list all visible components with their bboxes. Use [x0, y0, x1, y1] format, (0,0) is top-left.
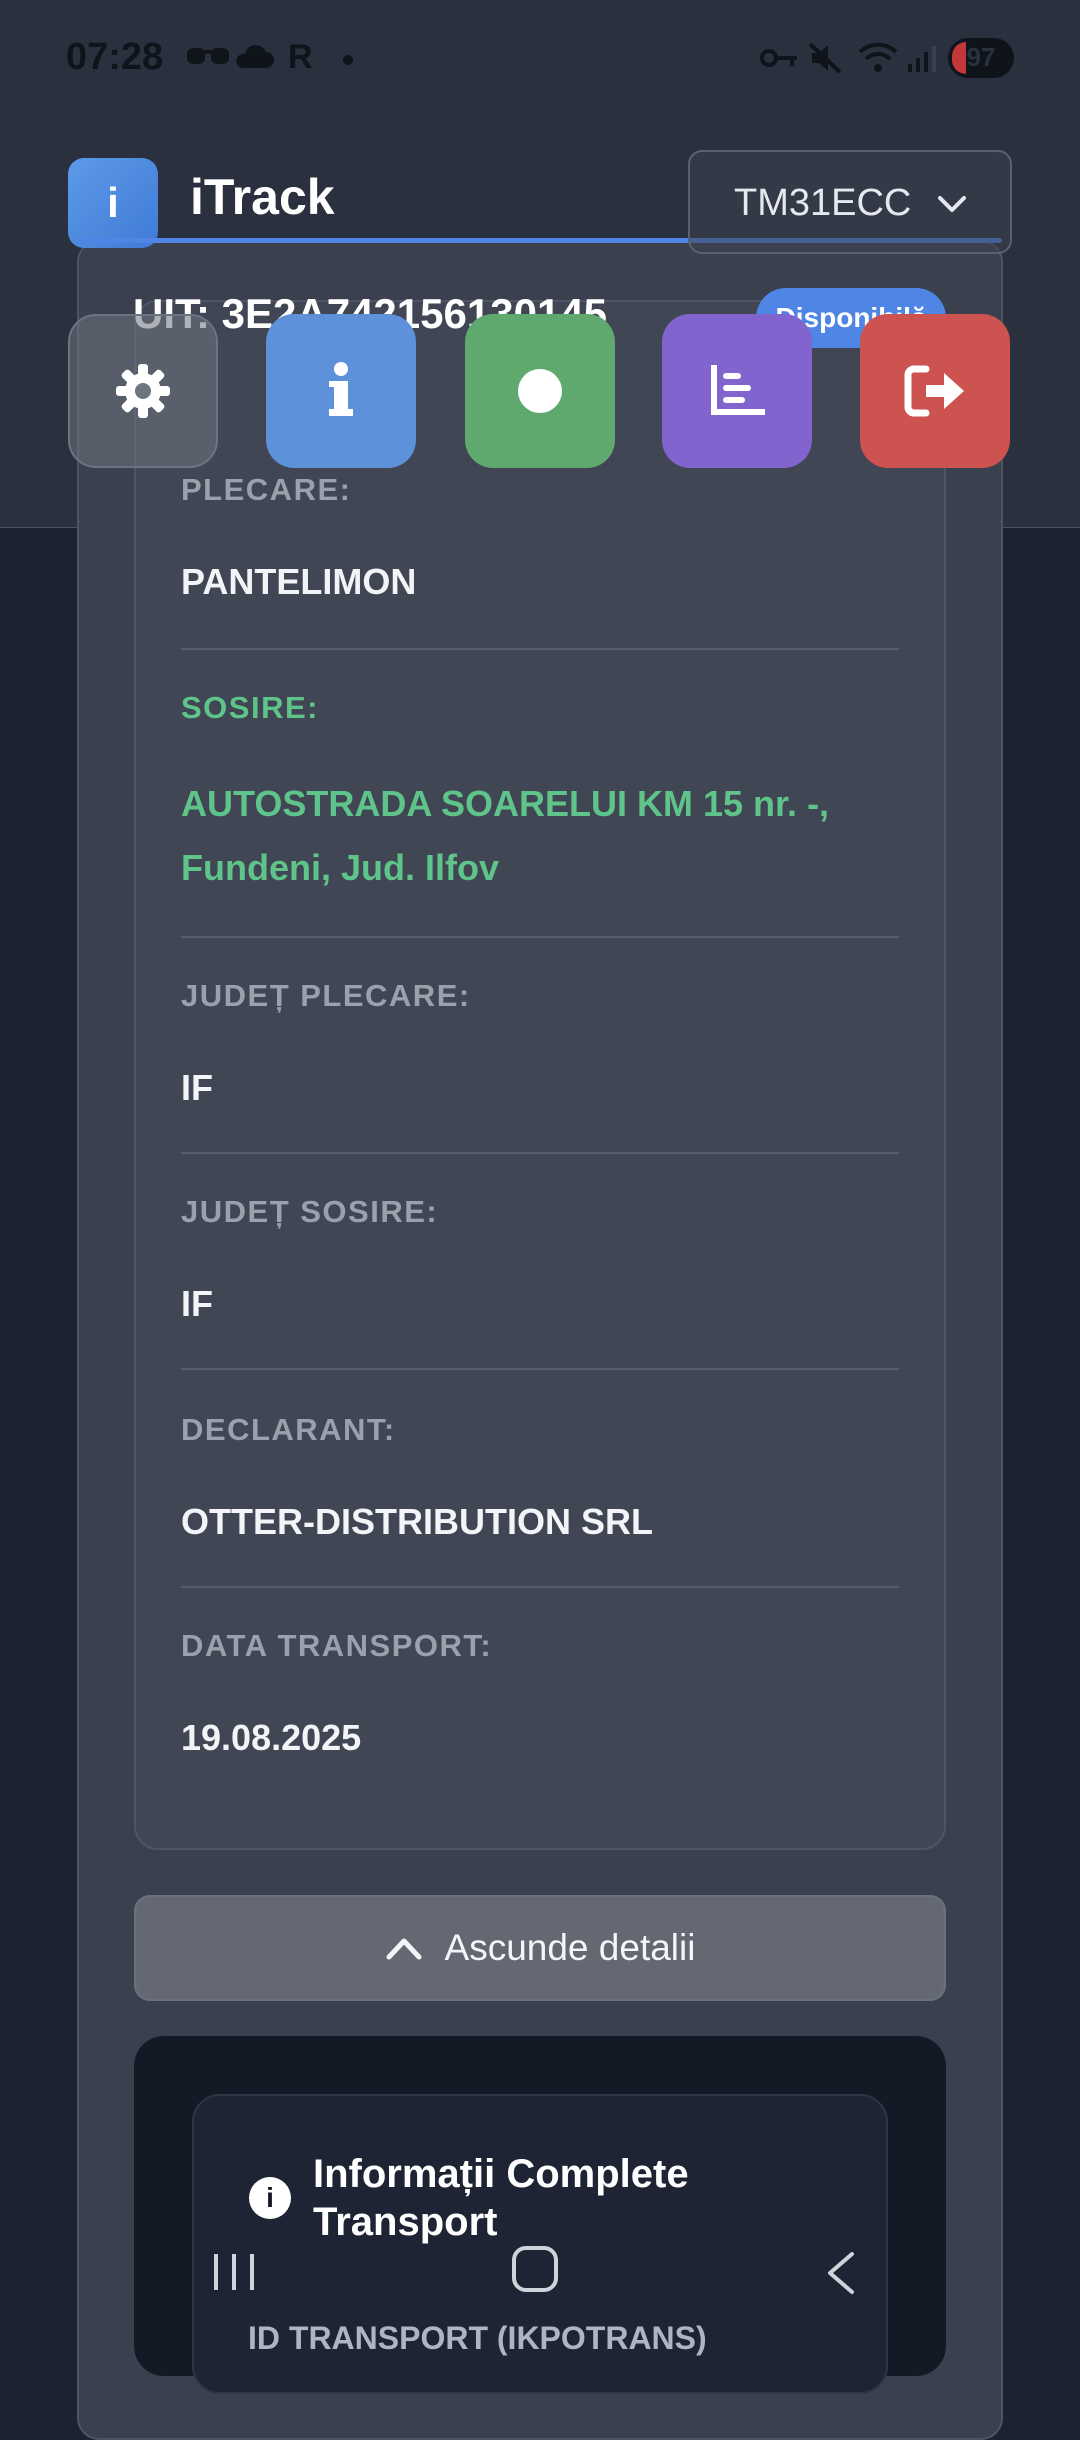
recent-apps-icon[interactable]: [212, 2252, 256, 2292]
glasses-icon: [187, 48, 229, 64]
battery-indicator: 97: [948, 38, 1014, 78]
stats-button[interactable]: [662, 314, 812, 468]
declarant-label: DECLARANT:: [181, 1412, 396, 1447]
logout-icon: [904, 365, 964, 417]
divider: [181, 1586, 899, 1588]
info-button[interactable]: [266, 314, 416, 468]
data-transport-label: DATA TRANSPORT:: [181, 1628, 493, 1663]
status-bar: 07:28 R 97: [0, 0, 1080, 120]
chevron-down-icon: [938, 196, 966, 212]
battery-level: 97: [966, 42, 996, 72]
vehicle-select-value: TM31ECC: [734, 182, 912, 224]
data-transport-value: 19.08.2025: [181, 1717, 362, 1758]
divider: [181, 648, 899, 650]
divider: [181, 1152, 899, 1154]
judet-plecare-value: IF: [181, 1067, 213, 1108]
hide-details-button[interactable]: Ascunde detalii: [134, 1895, 946, 2001]
app-title: iTrack: [190, 169, 335, 225]
judet-sosire-value: IF: [181, 1283, 213, 1324]
back-icon[interactable]: [822, 2250, 858, 2296]
app-logo: i: [68, 158, 158, 248]
status-time: 07:28: [66, 36, 164, 78]
mute-icon: [808, 42, 842, 74]
plecare-value: PANTELIMON: [181, 561, 417, 602]
signal-icon: [908, 46, 936, 72]
info-icon: [329, 362, 353, 416]
wifi-icon: [858, 42, 898, 72]
cloud-icon: [236, 45, 274, 68]
gear-icon: [116, 364, 170, 418]
divider: [181, 1368, 899, 1370]
hide-details-label: Ascunde detalii: [444, 1927, 696, 1968]
sosire-label: SOSIRE:: [181, 690, 319, 725]
info-circle-icon: i: [249, 2177, 291, 2219]
declarant-value: OTTER-DISTRIBUTION SRL: [181, 1501, 653, 1542]
judet-sosire-label: JUDEȚ SOSIRE:: [181, 1194, 439, 1229]
chart-icon: [711, 365, 765, 415]
chevron-up-icon: [386, 1938, 422, 1960]
sosire-value: AUTOSTRADA SOARELUI KM 15 nr. -, Fundeni…: [181, 783, 830, 888]
logout-button[interactable]: [860, 314, 1010, 468]
record-icon: [518, 369, 562, 413]
dot-icon: [343, 55, 353, 65]
r-icon: R: [288, 38, 313, 76]
divider: [181, 936, 899, 938]
record-button[interactable]: [465, 314, 615, 468]
vehicle-select[interactable]: TM31ECC: [688, 150, 1012, 254]
key-icon: [760, 49, 797, 67]
judet-plecare-label: JUDEȚ PLECARE:: [181, 978, 471, 1013]
settings-button[interactable]: [68, 314, 218, 468]
plecare-label: PLECARE:: [181, 472, 352, 507]
home-icon[interactable]: [512, 2246, 558, 2292]
